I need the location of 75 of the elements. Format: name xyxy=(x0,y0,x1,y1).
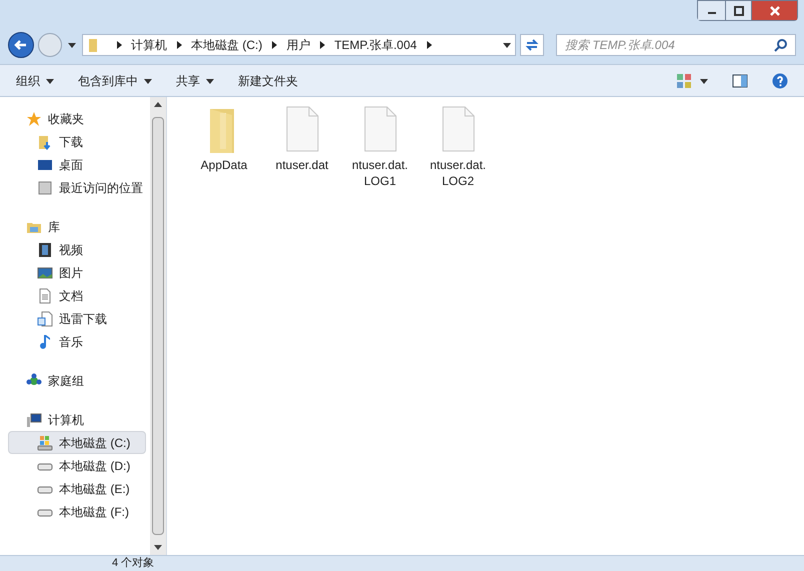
sidebar-item[interactable]: 文档 xyxy=(8,284,146,307)
help-icon xyxy=(772,72,788,88)
folder-icon xyxy=(37,134,53,150)
picture-icon xyxy=(37,264,53,280)
sidebar-item[interactable]: 迅雷下载 xyxy=(8,307,146,330)
view-icon xyxy=(676,72,692,88)
file-name: ntuser.dat xyxy=(276,157,328,173)
caret-icon xyxy=(68,41,76,49)
preview-pane-button[interactable] xyxy=(732,72,748,88)
file-item[interactable]: AppData xyxy=(191,105,257,173)
sidebar-group[interactable]: 库 xyxy=(8,215,150,238)
caret-icon xyxy=(206,76,214,84)
view-button[interactable] xyxy=(676,72,708,88)
sidebar-group[interactable]: 家庭组 xyxy=(8,369,150,392)
scroll-down-icon xyxy=(154,543,162,551)
breadcrumb[interactable]: 计算机 xyxy=(131,36,167,54)
chevron-icon xyxy=(318,41,326,49)
sidebar-item[interactable]: 本地磁盘 (E:) xyxy=(8,477,146,500)
document-icon xyxy=(37,288,53,304)
scroll-up-icon xyxy=(154,101,162,109)
pane-icon xyxy=(732,72,748,88)
sidebar-group[interactable]: 计算机 xyxy=(8,408,150,431)
breadcrumb[interactable]: TEMP.张卓.004 xyxy=(334,36,417,54)
caret-icon xyxy=(144,76,152,84)
maximize-icon xyxy=(732,4,744,16)
file-name: ntuser.dat. LOG2 xyxy=(430,157,486,189)
search-field[interactable]: 搜索 TEMP.张卓.004 xyxy=(556,34,796,56)
status-text: 4 个对象 xyxy=(112,558,154,569)
sidebar-item[interactable]: 桌面 xyxy=(8,153,146,176)
film-icon xyxy=(37,242,53,258)
sidebar-item[interactable]: 视频 xyxy=(8,238,146,261)
history-dropdown[interactable] xyxy=(66,41,78,49)
chevron-icon xyxy=(115,41,123,49)
document-icon xyxy=(37,310,53,326)
back-arrow-icon xyxy=(14,38,28,52)
sidebar-item[interactable]: 最近访问的位置 xyxy=(8,176,146,199)
caret-icon xyxy=(46,76,54,84)
sidebar-item[interactable]: 下载 xyxy=(8,130,146,153)
chevron-icon xyxy=(424,41,433,49)
toolbar-button[interactable]: 共享 xyxy=(176,72,214,90)
star-icon xyxy=(26,110,42,126)
caret-icon xyxy=(700,76,708,84)
scroll-thumb[interactable] xyxy=(152,117,164,535)
close-icon xyxy=(768,4,780,16)
sidebar-item[interactable]: 音乐 xyxy=(8,330,146,353)
music-note-icon xyxy=(37,334,53,350)
toolbar-button[interactable]: 新建文件夹 xyxy=(238,72,298,90)
refresh-icon xyxy=(525,38,539,52)
help-button[interactable] xyxy=(772,72,788,88)
refresh-button[interactable] xyxy=(520,34,544,56)
address-bar[interactable]: 计算机 本地磁盘 (C:) 用户 TEMP.张卓.004 xyxy=(82,34,516,56)
breadcrumb[interactable]: 用户 xyxy=(286,36,310,54)
caret-icon xyxy=(503,41,511,49)
file-name: AppData xyxy=(200,157,248,173)
file-name: ntuser.dat. LOG1 xyxy=(352,157,408,189)
close-button[interactable] xyxy=(751,1,797,20)
maximize-button[interactable] xyxy=(725,1,751,20)
chevron-icon xyxy=(175,41,183,49)
toolbar-button[interactable]: 包含到库中 xyxy=(78,72,152,90)
sidebar-group[interactable]: 收藏夹 xyxy=(8,107,150,130)
minimize-button[interactable] xyxy=(698,1,725,20)
chevron-icon xyxy=(270,41,278,49)
sidebar-item[interactable]: 本地磁盘 (D:) xyxy=(8,454,146,477)
sidebar-item[interactable]: 图片 xyxy=(8,261,146,284)
search-icon xyxy=(774,38,788,52)
back-button[interactable] xyxy=(8,32,34,58)
file-item[interactable]: ntuser.dat. LOG1 xyxy=(347,105,413,189)
sidebar-item[interactable]: 本地磁盘 (C:) xyxy=(8,431,146,454)
scrollbar[interactable] xyxy=(150,97,166,555)
file-item[interactable]: ntuser.dat xyxy=(269,105,335,173)
sidebar-item[interactable]: 本地磁盘 (F:) xyxy=(8,500,146,523)
drive-icon xyxy=(37,434,53,450)
file-item[interactable]: ntuser.dat. LOG2 xyxy=(425,105,491,189)
toolbar-button[interactable]: 组织 xyxy=(16,72,54,90)
breadcrumb[interactable]: 本地磁盘 (C:) xyxy=(191,36,262,54)
